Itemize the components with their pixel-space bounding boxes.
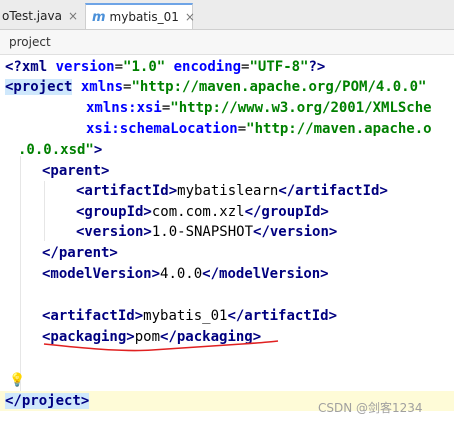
code-line: <project xmlns="http://maven.apache.org/…: [5, 79, 427, 95]
code-line: <parent>: [42, 163, 110, 179]
maven-icon: m: [92, 9, 106, 25]
indent-guide: [20, 156, 21, 396]
code-line: xmlns:xsi="http://www.w3.org/2001/XMLSch…: [86, 100, 432, 116]
code-line: <?xml version="1.0" encoding="UTF-8"?>: [5, 59, 326, 75]
breadcrumb[interactable]: project: [0, 30, 454, 55]
handwritten-underline: [43, 340, 279, 352]
tab-mybatis-01[interactable]: m mybatis_01 ×: [85, 3, 195, 29]
code-editor[interactable]: <?xml version="1.0" encoding="UTF-8"?> <…: [0, 55, 454, 424]
code-line: .0.0.xsd">: [18, 142, 103, 158]
code-line: <version>1.0-SNAPSHOT</version>: [76, 224, 338, 240]
tab-label: oTest.java: [2, 9, 62, 23]
code-line: xsi:schemaLocation="http://maven.apache.…: [86, 121, 432, 137]
code-line: <artifactId>mybatislearn</artifactId>: [76, 183, 388, 199]
close-icon[interactable]: ×: [68, 9, 78, 23]
code-line: </project>: [5, 393, 90, 409]
close-icon[interactable]: ×: [185, 10, 195, 24]
code-line: </parent>: [42, 245, 118, 261]
code-line: <artifactId>mybatis_01</artifactId>: [42, 308, 338, 324]
editor-tab-bar: oTest.java × m mybatis_01 ×: [0, 0, 454, 30]
code-line: <groupId>com.com.xzl</groupId>: [76, 204, 329, 220]
tab-otest-java[interactable]: oTest.java ×: [0, 3, 85, 29]
code-line: <modelVersion>4.0.0</modelVersion>: [42, 266, 329, 282]
indent-guide: [44, 181, 45, 241]
watermark: CSDN @剑客1234: [318, 401, 423, 415]
lightbulb-icon[interactable]: 💡: [9, 373, 25, 388]
tab-label: mybatis_01: [109, 10, 179, 24]
breadcrumb-item[interactable]: project: [9, 35, 51, 49]
